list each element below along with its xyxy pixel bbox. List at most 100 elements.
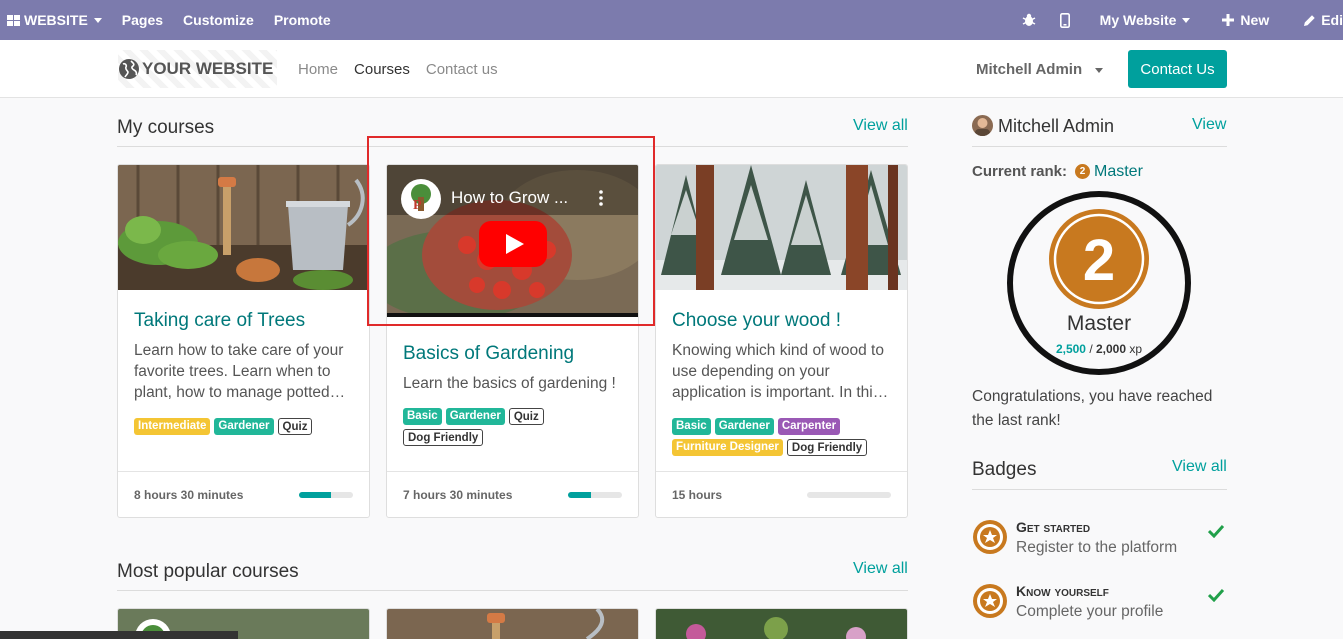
- nav-contact[interactable]: Contact us: [426, 61, 498, 78]
- browser-status-bar: [0, 631, 238, 639]
- course-title[interactable]: Basics of Gardening: [403, 343, 574, 365]
- popular-courses-title: Most popular courses: [117, 561, 299, 582]
- site-logo[interactable]: YOUR WEBSITE: [118, 50, 278, 88]
- tag-quiz[interactable]: Quiz: [277, 418, 313, 435]
- course-progress-fill: [568, 492, 591, 498]
- user-menu-dropdown[interactable]: Mitchell Admin: [976, 61, 1104, 78]
- globe-icon: [119, 59, 139, 79]
- nav-home[interactable]: Home: [298, 61, 338, 78]
- bug-icon: [1022, 13, 1035, 26]
- apps-menu-label: WEBSITE: [24, 12, 88, 28]
- check-icon: [1208, 524, 1224, 538]
- tag-gardener[interactable]: Gardener: [445, 408, 505, 425]
- tag-gardener[interactable]: Gardener: [714, 418, 774, 435]
- course-thumbnail: [387, 609, 638, 639]
- caret-down-icon: [1095, 67, 1104, 73]
- course-tags: Intermediate Gardener Quiz: [134, 418, 359, 439]
- caret-down-icon: [1182, 17, 1191, 23]
- edit-button[interactable]: Edi: [1285, 0, 1343, 40]
- badge-medal-icon: [973, 520, 1007, 554]
- admin-menu-pages[interactable]: Pages: [112, 0, 173, 40]
- course-thumbnail: [656, 609, 907, 639]
- course-tags: Basic Gardener Quiz Dog Friendly: [403, 408, 628, 450]
- my-website-dropdown[interactable]: My Website: [1084, 0, 1207, 40]
- current-rank-value[interactable]: Master: [1094, 163, 1143, 181]
- xp-current: 2,500: [1055, 342, 1086, 356]
- xp-separator: /: [1085, 342, 1096, 356]
- divider: [972, 489, 1227, 490]
- badge-name: Know yourself: [1016, 583, 1109, 599]
- badge-item: Know yourself Complete your profile: [972, 583, 1228, 631]
- course-duration: 15 hours: [672, 488, 723, 502]
- course-thumbnail-forest: [656, 165, 907, 290]
- course-thumbnail-garden-tools: [118, 165, 369, 290]
- badge-item: Get started Register to the platform: [972, 519, 1228, 567]
- admin-menu-promote[interactable]: Promote: [264, 0, 341, 40]
- badge-description: Register to the platform: [1016, 539, 1178, 556]
- rank-ring-label: Master: [1066, 312, 1132, 335]
- course-description: Learn the basics of gardening !: [403, 375, 616, 392]
- tag-dog-friendly[interactable]: Dog Friendly: [403, 429, 484, 446]
- site-header: YOUR WEBSITE Home Courses Contact us Mit…: [0, 40, 1343, 98]
- nav-courses[interactable]: Courses: [354, 61, 410, 78]
- course-card-wood[interactable]: Choose your wood ! Knowing which kind of…: [655, 164, 908, 518]
- divider: [972, 146, 1227, 147]
- profile-view-link[interactable]: View: [1192, 116, 1226, 134]
- tag-intermediate[interactable]: Intermediate: [134, 418, 211, 435]
- course-title[interactable]: Taking care of Trees: [134, 310, 305, 332]
- tag-carpenter[interactable]: Carpenter: [777, 418, 841, 435]
- current-rank-label: Current rank:: [972, 163, 1068, 180]
- badge-name: Get started: [1016, 519, 1091, 535]
- course-tags: Basic Gardener Carpenter Furniture Desig…: [672, 418, 897, 460]
- popular-course-card[interactable]: [386, 608, 639, 639]
- popular-course-card[interactable]: [655, 608, 908, 639]
- course-card-trees[interactable]: Taking care of Trees Learn how to take c…: [117, 164, 370, 518]
- mobile-icon: [1059, 12, 1070, 28]
- rank-xp: 2,500 / 2,000 xp: [1006, 342, 1192, 356]
- course-progress-fill: [299, 492, 332, 498]
- my-courses-view-all[interactable]: View all: [853, 117, 908, 135]
- course-footer: 15 hours: [656, 471, 907, 517]
- admin-menu-customize[interactable]: Customize: [173, 0, 264, 40]
- rank-congrats-text: Congratulations, you have reached the la…: [972, 388, 1213, 429]
- tag-quiz[interactable]: Quiz: [508, 408, 544, 425]
- course-progress-bar: [299, 492, 353, 498]
- check-icon: [1208, 588, 1224, 602]
- new-button[interactable]: New: [1206, 0, 1285, 40]
- course-duration: 7 hours 30 minutes: [403, 488, 513, 502]
- course-footer: 7 hours 30 minutes: [387, 471, 638, 517]
- apps-menu-button[interactable]: WEBSITE: [0, 0, 112, 40]
- apps-grid-icon: [7, 14, 20, 26]
- divider: [117, 590, 908, 591]
- popular-courses-view-all[interactable]: View all: [853, 560, 908, 578]
- course-progress-bar: [807, 492, 891, 498]
- xp-total: 2,000: [1096, 342, 1127, 356]
- tag-basic[interactable]: Basic: [672, 418, 711, 435]
- main-nav: Home Courses Contact us: [298, 61, 514, 78]
- course-title[interactable]: Choose your wood !: [672, 310, 841, 332]
- course-description: Knowing which kind of wood to use depend…: [672, 342, 889, 401]
- debug-bug-button[interactable]: [1012, 0, 1046, 40]
- badge-description: Complete your profile: [1016, 603, 1164, 620]
- admin-navbar: WEBSITE Pages Customize Promote My Websi…: [0, 0, 1343, 40]
- tag-gardener[interactable]: Gardener: [214, 418, 274, 435]
- user-menu-label: Mitchell Admin: [976, 61, 1083, 78]
- highlight-annotation-box: [367, 136, 655, 326]
- site-logo-text: YOUR WEBSITE: [142, 59, 274, 78]
- course-footer: 8 hours 30 minutes: [118, 471, 369, 517]
- avatar: [972, 115, 993, 136]
- plus-icon: [1222, 14, 1235, 26]
- pencil-icon: [1304, 14, 1315, 26]
- tag-basic[interactable]: Basic: [403, 408, 442, 425]
- my-website-label: My Website: [1099, 12, 1177, 28]
- badges-view-all[interactable]: View all: [1172, 458, 1227, 476]
- contact-us-button[interactable]: Contact Us: [1128, 50, 1227, 88]
- tag-furniture-designer[interactable]: Furniture Designer: [672, 439, 783, 456]
- mobile-preview-button[interactable]: [1046, 0, 1084, 40]
- rank-medal-number: 2: [1083, 228, 1115, 293]
- badges-title: Badges: [972, 459, 1037, 480]
- new-button-label: New: [1240, 12, 1270, 28]
- tag-dog-friendly[interactable]: Dog Friendly: [786, 439, 868, 456]
- course-duration: 8 hours 30 minutes: [134, 488, 244, 502]
- caret-down-icon: [93, 17, 102, 23]
